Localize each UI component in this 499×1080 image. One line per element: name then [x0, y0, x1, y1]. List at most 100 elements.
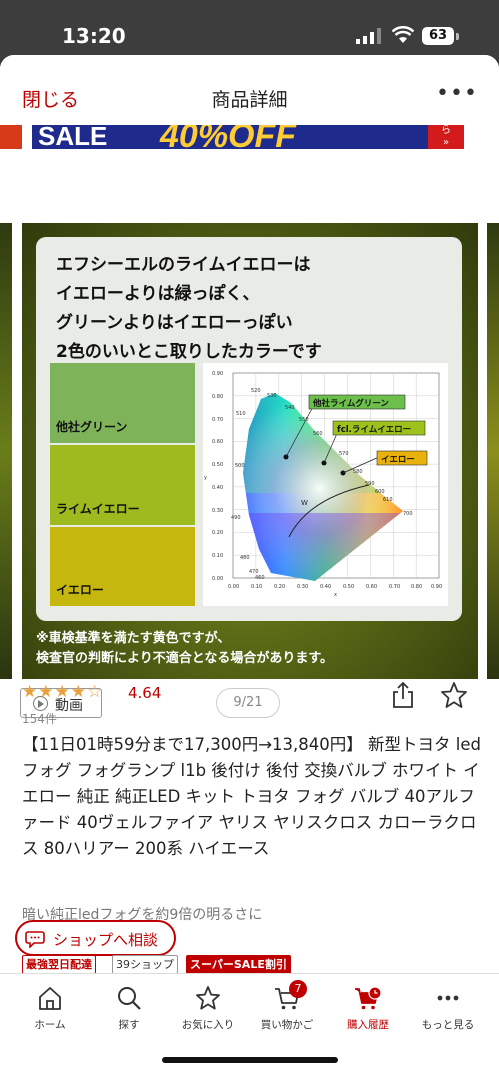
wavelength-label: 530 — [267, 393, 277, 399]
tab-label: ホーム — [34, 1019, 66, 1031]
banner-right-button[interactable]: ら » — [428, 125, 464, 149]
wavelength-label: 490 — [231, 515, 241, 521]
image-counter: 9/21 — [216, 688, 280, 718]
share-icon[interactable] — [390, 681, 416, 709]
cellular-signal-icon — [356, 28, 381, 44]
swatch-other-green: 他社グリーン — [50, 363, 195, 443]
rating-value: 4.64 — [128, 684, 162, 702]
tab-label: お気に入り — [181, 1019, 235, 1031]
review-count[interactable]: 154件 — [22, 710, 57, 727]
product-image-gallery[interactable]: SALE 40%OFF ら » エフシーエルのライムイエローは イエローよりは緑… — [0, 125, 499, 718]
wavelength-label: 550 — [299, 417, 309, 423]
shop-consult-label: ショップへ相談 — [53, 931, 159, 949]
more-icon — [437, 995, 459, 1001]
x-tick: 0.70 — [389, 584, 400, 590]
chat-bubble-icon — [25, 931, 45, 948]
y-axis-symbol: y — [204, 475, 207, 481]
status-time: 13:20 — [62, 24, 126, 48]
x-tick: 0.90 — [431, 584, 442, 590]
tab-label: 買い物かご — [260, 1019, 314, 1031]
x-tick: 0.20 — [274, 584, 285, 590]
headline-line: エフシーエルのライムイエローは — [56, 255, 311, 275]
battery-indicator: 63 — [422, 27, 454, 45]
headline-line: グリーンよりはイエローっぽい — [56, 313, 293, 333]
tab-label: 購入履歴 — [347, 1019, 389, 1031]
y-tick: 0.00 — [212, 576, 223, 582]
x-tick: 0.00 — [228, 584, 239, 590]
slide-info-panel: エフシーエルのライムイエローは イエローよりは緑っぽく、 グリーンよりはイエロー… — [36, 237, 462, 621]
x-tick: 0.80 — [411, 584, 422, 590]
tab-home[interactable]: ホーム — [10, 984, 90, 1044]
wavelength-label: 520 — [251, 388, 261, 394]
wavelength-label: 460 — [255, 575, 265, 581]
navbar: 閉じる 商品詳細 ••• — [0, 55, 499, 125]
banner-sale-text: SALE — [38, 125, 108, 149]
tab-favorites[interactable]: お気に入り — [168, 984, 248, 1044]
wavelength-label: 480 — [240, 555, 250, 561]
label-other-lime-green: 他社ライムグリーン — [312, 398, 389, 409]
swatch-label: 他社グリーン — [56, 420, 128, 434]
white-point-label: W — [301, 499, 308, 507]
banner-discount-text: 40%OFF — [160, 125, 297, 149]
wifi-icon — [392, 26, 414, 43]
footnote-line: 検査官の判断により不適合となる場合があります。 — [36, 651, 334, 666]
wavelength-label: 510 — [236, 411, 246, 417]
home-icon — [39, 987, 61, 1010]
battery-tip — [456, 33, 459, 40]
shop-consult-button[interactable]: ショップへ相談 — [15, 920, 176, 956]
star-icon — [196, 986, 220, 1010]
banner-main: SALE 40%OFF — [32, 125, 428, 149]
page-title: 商品詳細 — [211, 89, 288, 111]
color-swatches: 他社グリーン ライムイエロー イエロー — [50, 363, 195, 606]
previous-slide-peek[interactable] — [0, 223, 12, 679]
search-icon — [118, 987, 141, 1010]
swatch-label: ライムイエロー — [56, 502, 140, 516]
wavelength-label: 700 — [403, 511, 413, 517]
wavelength-label: 560 — [313, 431, 323, 437]
home-indicator[interactable] — [162, 1057, 338, 1063]
cie-chromaticity-diagram: W 他社ライムグリーン fcl.ライムイエロー イエロー 520 530 540… — [203, 363, 448, 606]
slide-headline: エフシーエルのライムイエローは イエローよりは緑っぽく、 グリーンよりはイエロー… — [56, 251, 456, 367]
tag-super-sale: スーパーSALE割引 — [186, 955, 291, 974]
bottom-tab-bar: ホーム 探す お気に入り 7 買い物かご 購入履歴 もっと見る — [0, 973, 499, 1080]
rating-stars: ★★★★☆ — [22, 682, 104, 702]
y-tick: 0.40 — [212, 485, 223, 491]
wavelength-label: 500 — [235, 463, 245, 469]
wavelength-label: 610 — [383, 497, 393, 503]
purchase-history-icon — [355, 986, 382, 1010]
product-image-slide[interactable]: エフシーエルのライムイエローは イエローよりは緑っぽく、 グリーンよりはイエロー… — [22, 223, 478, 679]
wavelength-label: 590 — [365, 481, 375, 487]
next-slide-peek[interactable] — [487, 223, 499, 679]
y-tick: 0.60 — [212, 439, 223, 445]
sale-banner[interactable]: SALE 40%OFF ら » — [0, 125, 499, 151]
more-options-button[interactable]: ••• — [436, 81, 478, 106]
y-tick: 0.70 — [212, 417, 223, 423]
x-tick: 0.40 — [320, 584, 331, 590]
favorite-star-icon[interactable] — [440, 681, 468, 709]
x-tick: 0.50 — [343, 584, 354, 590]
wavelength-label: 540 — [285, 405, 295, 411]
x-tick: 0.10 — [251, 584, 262, 590]
y-tick: 0.30 — [212, 508, 223, 514]
tab-purchase-history[interactable]: 購入履歴 — [328, 984, 408, 1044]
wavelength-label: 570 — [339, 451, 349, 457]
tab-cart[interactable]: 7 買い物かご — [247, 980, 327, 1044]
tab-search[interactable]: 探す — [89, 984, 169, 1044]
x-axis-symbol: x — [334, 592, 337, 598]
label-yellow: イエロー — [381, 455, 415, 465]
y-tick: 0.90 — [212, 371, 223, 377]
product-title: 【11日01時59分まで17,300円→13,840円】 新型トヨタ ledフォ… — [22, 735, 481, 858]
wavelength-label: 600 — [375, 489, 385, 495]
wavelength-label: 580 — [353, 469, 363, 475]
product-detail-sheet: 閉じる 商品詳細 ••• SALE 40%OFF ら » エフシーエルのライムイ… — [0, 55, 499, 1080]
x-tick: 0.30 — [297, 584, 308, 590]
tag-39-shop: 39ショップ — [112, 955, 178, 974]
tab-more[interactable]: もっと見る — [408, 984, 488, 1044]
x-tick: 0.60 — [366, 584, 377, 590]
tag-next-day-delivery: 最強翌日配達 — [22, 955, 96, 974]
slide-footnote: ※車検基準を満たす黄色ですが、 検査官の判断により不適合となる場合があります。 — [36, 629, 466, 669]
y-tick: 0.10 — [212, 553, 223, 559]
headline-line: イエローよりは緑っぽく、 — [56, 284, 260, 304]
tab-label: もっと見る — [421, 1019, 475, 1031]
label-fcl-lime-yellow: fcl.ライムイエロー — [337, 425, 411, 435]
